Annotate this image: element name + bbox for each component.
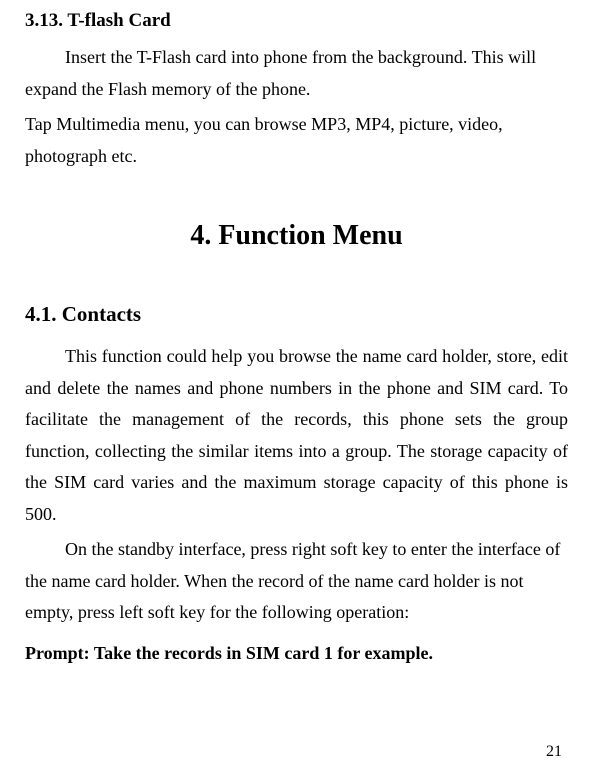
section-313-para1: Insert the T-Flash card into phone from … — [25, 42, 568, 105]
section-41-para1: This function could help you browse the … — [25, 341, 568, 530]
page-number: 21 — [546, 743, 562, 761]
subsection-heading-41: 4.1. Contacts — [25, 302, 568, 327]
section-313-para2: Tap Multimedia menu, you can browse MP3,… — [25, 109, 568, 172]
section-41-para2: On the standby interface, press right so… — [25, 534, 568, 629]
chapter-heading-4: 4. Function Menu — [25, 220, 568, 252]
prompt-text: Prompt: Take the records in SIM card 1 f… — [25, 643, 568, 664]
section-heading-313: 3.13. T-flash Card — [25, 10, 568, 32]
